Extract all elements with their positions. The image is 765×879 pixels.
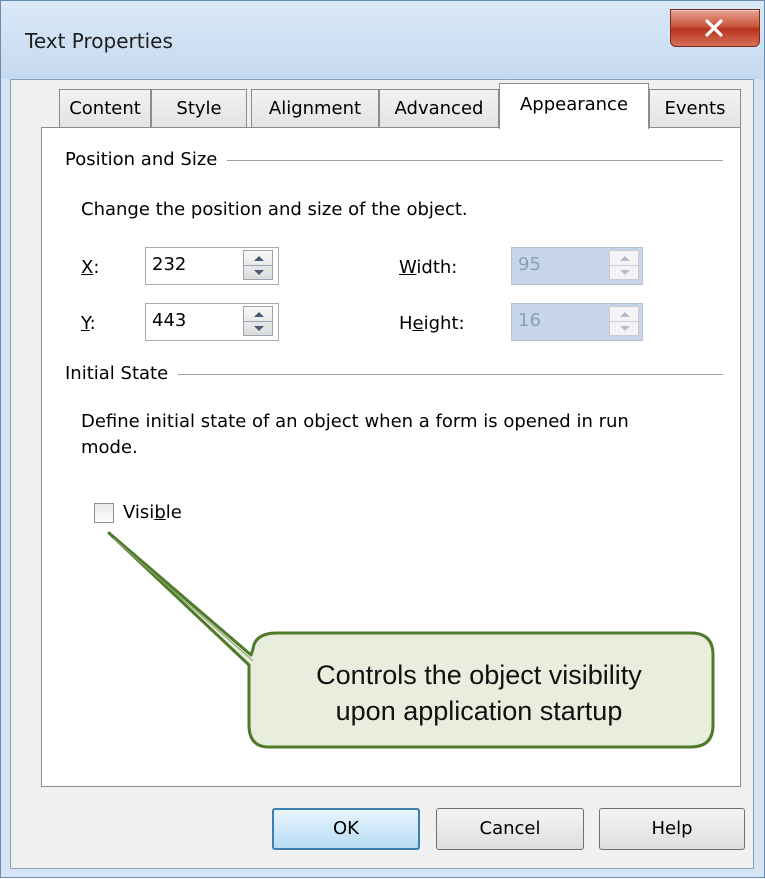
- dialog-window: Text Properties Content Style Alignment …: [0, 0, 765, 878]
- callout-line1: Controls the object visibility: [316, 660, 642, 690]
- width-spinner: [609, 250, 639, 280]
- callout-bubble: [107, 531, 715, 749]
- spin-down-icon: [254, 326, 264, 331]
- y-spinner[interactable]: [243, 306, 273, 336]
- spin-up-icon: [620, 312, 630, 317]
- spin-up-icon: [254, 312, 264, 317]
- spin-down-icon: [620, 270, 630, 275]
- callout-text: Controls the object visibility upon appl…: [251, 657, 707, 729]
- x-spinner[interactable]: [243, 250, 273, 280]
- spin-up-icon: [254, 256, 264, 261]
- spin-up-icon: [620, 256, 630, 261]
- height-spinner: [609, 306, 639, 336]
- spin-down-icon: [254, 270, 264, 275]
- callout-line2: upon application startup: [335, 696, 623, 726]
- spin-down-icon: [620, 326, 630, 331]
